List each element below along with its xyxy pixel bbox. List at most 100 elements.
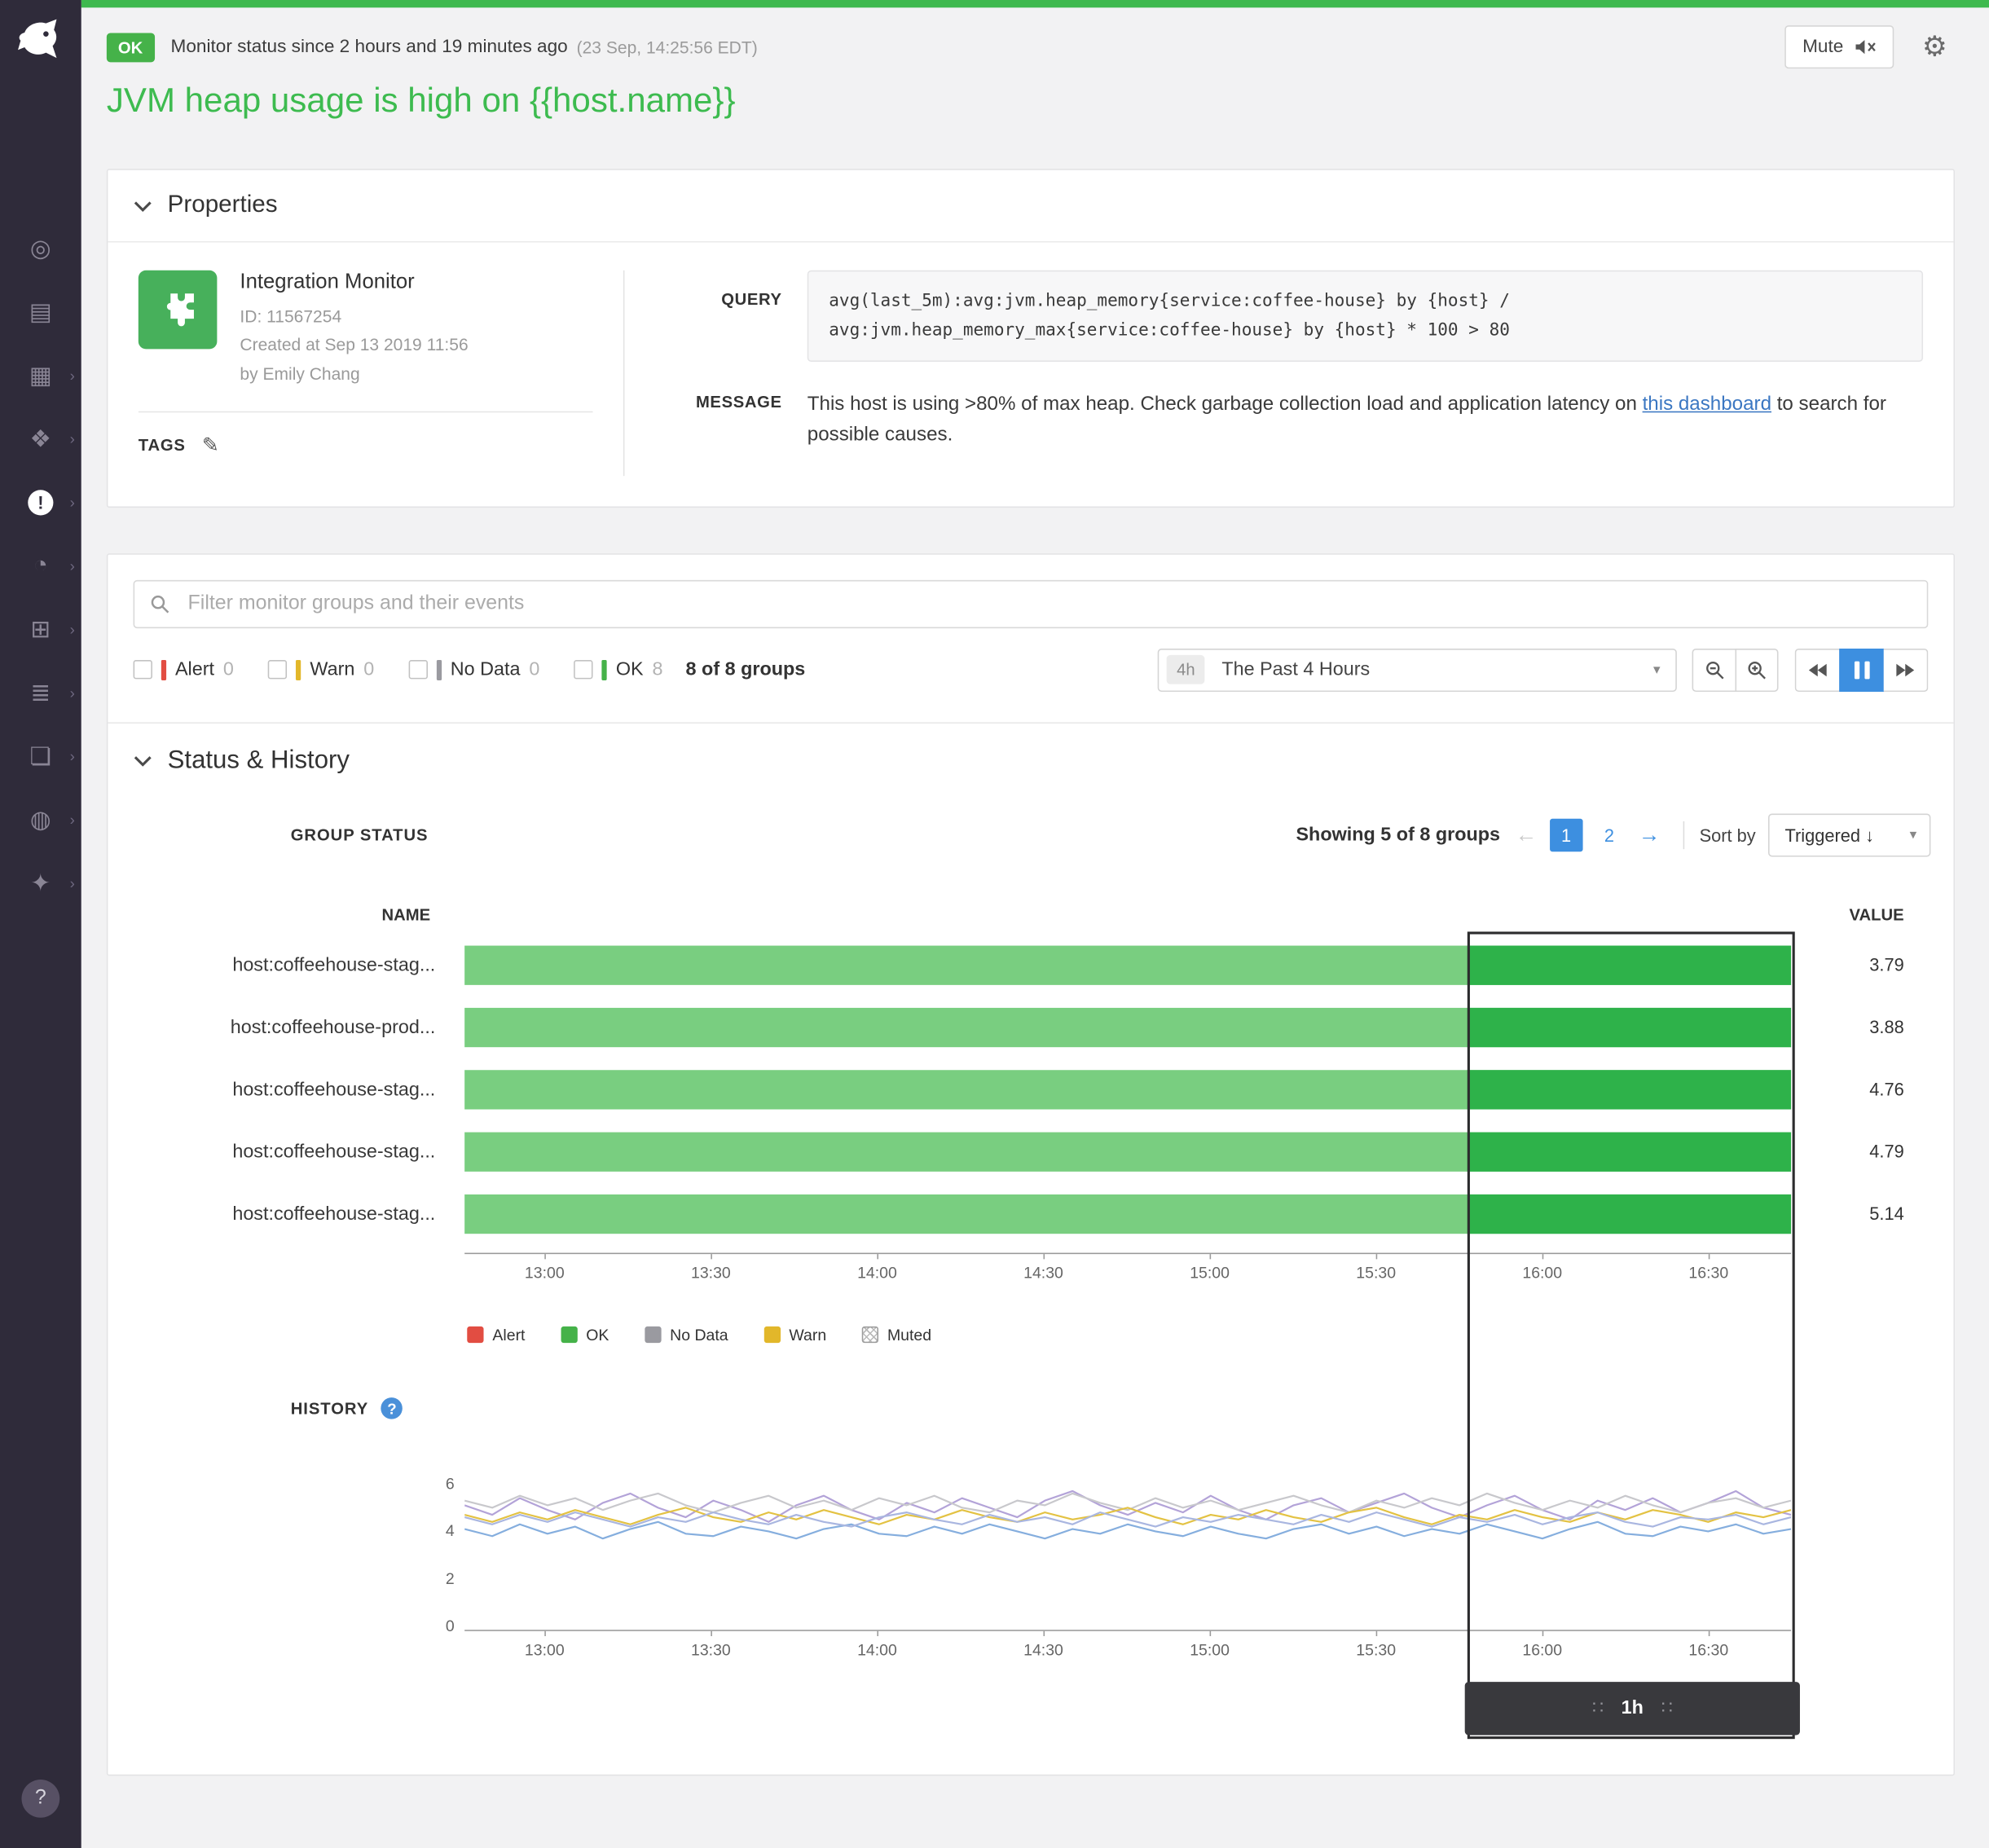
main-content: OK Monitor status since 2 hours and 19 m… xyxy=(81,0,1989,1775)
axis-tick-label: 15:30 xyxy=(1356,1641,1396,1659)
group-value: 3.88 xyxy=(1791,1017,1953,1037)
sidebar-item-security[interactable]: ✦› xyxy=(0,851,81,915)
sort-value: Triggered ↓ xyxy=(1785,825,1875,845)
rewind-icon xyxy=(1807,662,1828,678)
status-history-section-header[interactable]: Status & History xyxy=(108,724,1953,776)
legend-swatch xyxy=(763,1327,780,1344)
axis-tick xyxy=(711,1254,712,1259)
legend-item: Warn xyxy=(763,1327,826,1344)
legend-swatch xyxy=(467,1327,483,1344)
message-label: MESSAGE xyxy=(624,387,781,451)
filter-label: OK xyxy=(616,659,644,680)
group-name: host:coffeehouse-stag... xyxy=(108,1203,435,1225)
page-header: OK Monitor status since 2 hours and 19 m… xyxy=(81,7,1989,121)
sidebar-item-events[interactable]: ▤ xyxy=(0,280,81,344)
sidebar-nav: ◎▤▦›❖›!›◔›⊞›≣›❏›◍›✦› xyxy=(0,217,81,915)
sidebar-item-notebooks[interactable]: ❏› xyxy=(0,725,81,789)
showing-groups-text: Showing 5 of 8 groups xyxy=(1296,825,1500,846)
filter-warn[interactable]: Warn0 xyxy=(268,659,374,680)
filter-alert[interactable]: Alert0 xyxy=(134,659,234,680)
settings-gear-icon[interactable]: ⚙ xyxy=(1915,29,1955,65)
prev-page-icon[interactable]: ← xyxy=(1516,822,1537,847)
group-status-toolbar: GROUP STATUS Showing 5 of 8 groups ← 1 2… xyxy=(108,813,1953,856)
fast-forward-icon xyxy=(1895,662,1916,678)
axis-tick xyxy=(1376,1631,1378,1636)
legend-label: Muted xyxy=(887,1327,931,1344)
checkbox[interactable] xyxy=(134,661,152,680)
group-status-label: GROUP STATUS xyxy=(291,825,429,844)
sidebar-item-watchdog[interactable]: ◎ xyxy=(0,217,81,280)
properties-section-header[interactable]: Properties xyxy=(108,170,1953,243)
filter-no-data[interactable]: No Data0 xyxy=(408,659,539,680)
next-page-icon[interactable]: → xyxy=(1639,822,1660,847)
time-range-select[interactable]: 4h The Past 4 Hours ▾ xyxy=(1158,649,1677,692)
page-2-button[interactable]: 2 xyxy=(1593,819,1626,852)
drag-handle-icon[interactable]: ∷ xyxy=(1592,1697,1604,1718)
mute-button[interactable]: Mute xyxy=(1784,25,1894,68)
axis-tick xyxy=(1044,1631,1045,1636)
group-name: host:coffeehouse-stag... xyxy=(108,954,435,975)
help-button[interactable]: ? xyxy=(21,1780,59,1818)
properties-card: Properties Integration Monitor ID: 11567… xyxy=(107,169,1955,508)
page-1-button[interactable]: 1 xyxy=(1550,819,1583,852)
checkbox[interactable] xyxy=(574,661,592,680)
group-name: host:coffeehouse-prod... xyxy=(108,1017,435,1038)
axis-tick-label: 14:00 xyxy=(857,1264,897,1282)
history-help-icon[interactable]: ? xyxy=(381,1398,403,1419)
zoom-in-button[interactable] xyxy=(1736,649,1779,692)
infrastructure-icon: ❖ xyxy=(30,425,52,454)
edit-tags-icon[interactable]: ✎ xyxy=(202,433,219,458)
status-history-card: Alert0Warn0No Data0OK8 8 of 8 groups 4h … xyxy=(107,553,1955,1775)
sidebar-item-logs[interactable]: ◍› xyxy=(0,788,81,851)
axis-tick xyxy=(1210,1631,1212,1636)
sort-by-label: Sort by xyxy=(1700,825,1756,845)
group-value: 3.79 xyxy=(1791,955,1953,975)
legend-item: OK xyxy=(561,1327,609,1344)
filter-groups-input[interactable] xyxy=(134,580,1929,628)
drag-handle-icon[interactable]: ∷ xyxy=(1661,1697,1673,1718)
group-value: 4.79 xyxy=(1791,1142,1953,1162)
selection-brush[interactable]: ∷ 1h ∷ xyxy=(1465,1682,1800,1735)
forward-button[interactable] xyxy=(1884,649,1929,692)
axis-tick xyxy=(1376,1254,1378,1259)
metrics-icon: ◔ xyxy=(33,552,48,580)
legend-label: Alert xyxy=(492,1327,525,1344)
axis-tick xyxy=(877,1254,878,1259)
legend-item: No Data xyxy=(645,1327,728,1344)
axis-tick-label: 13:00 xyxy=(525,1264,565,1282)
rewind-button[interactable] xyxy=(1795,649,1840,692)
zoom-out-icon xyxy=(1704,660,1724,680)
pause-button[interactable] xyxy=(1839,649,1884,692)
query-label: QUERY xyxy=(624,271,781,362)
top-accent-bar xyxy=(81,0,1989,7)
status-color-bar xyxy=(161,660,166,680)
group-value: 5.14 xyxy=(1791,1203,1953,1224)
time-selection-box[interactable] xyxy=(1468,931,1795,1739)
monitor-meta-panel: Integration Monitor ID: 11567254 Created… xyxy=(139,271,623,476)
sidebar-item-metrics[interactable]: ◔› xyxy=(0,535,81,598)
chevron-down-icon: ▾ xyxy=(1653,662,1661,678)
zoom-out-button[interactable] xyxy=(1692,649,1736,692)
flyout-arrow-icon: › xyxy=(70,748,75,766)
filter-row: Alert0Warn0No Data0OK8 8 of 8 groups 4h … xyxy=(134,649,1929,692)
y-axis-label: 2 xyxy=(419,1569,455,1587)
sort-select[interactable]: Triggered ↓ ▾ xyxy=(1768,813,1930,856)
dashboard-link[interactable]: this dashboard xyxy=(1643,394,1771,415)
checkbox[interactable] xyxy=(268,661,287,680)
filter-ok[interactable]: OK8 xyxy=(574,659,662,680)
y-axis-label: 4 xyxy=(419,1522,455,1540)
zoom-in-icon xyxy=(1747,660,1767,680)
axis-tick xyxy=(1044,1254,1045,1259)
sidebar-item-monitors[interactable]: !› xyxy=(0,471,81,535)
checkbox[interactable] xyxy=(408,661,427,680)
datadog-logo[interactable] xyxy=(14,14,67,67)
sidebar-item-infrastructure[interactable]: ❖› xyxy=(0,407,81,471)
dashboards-icon: ▦ xyxy=(29,361,52,390)
sidebar-item-dashboards[interactable]: ▦› xyxy=(0,344,81,407)
events-icon: ▤ xyxy=(29,297,52,327)
sidebar-item-integrations[interactable]: ⊞› xyxy=(0,598,81,662)
chevron-down-icon: ▾ xyxy=(1910,827,1917,843)
sidebar-item-apm[interactable]: ≣› xyxy=(0,662,81,725)
filter-count: 0 xyxy=(223,659,234,680)
datadog-dog-icon xyxy=(14,14,67,67)
